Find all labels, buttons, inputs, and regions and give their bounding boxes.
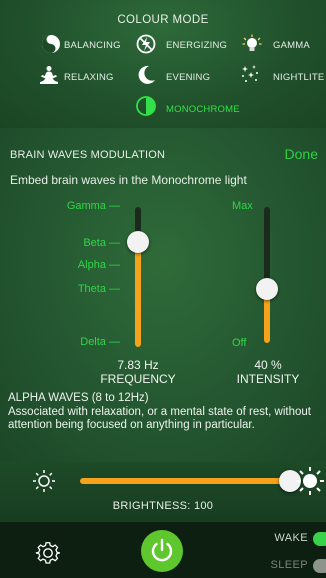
lightning-icon bbox=[136, 34, 156, 54]
freq-label-theta: Theta — bbox=[77, 283, 120, 295]
done-button[interactable]: Done bbox=[285, 146, 318, 162]
wave-description-title: ALPHA WAVES (8 to 12Hz) bbox=[8, 392, 149, 404]
brightness-label: BRIGHTNESS: 100 bbox=[112, 500, 214, 512]
freq-label-alpha: Alpha — bbox=[77, 259, 120, 271]
intensity-value: 40 % bbox=[254, 358, 282, 372]
sleep-toggle[interactable] bbox=[313, 559, 326, 573]
yin-yang-icon bbox=[42, 35, 60, 53]
frequency-slider[interactable] bbox=[127, 207, 149, 347]
mode-label: NIGHTLITE bbox=[273, 72, 325, 83]
frequency-thumb[interactable] bbox=[127, 231, 149, 253]
mode-label: GAMMA bbox=[273, 40, 310, 51]
colour-mode-title: COLOUR MODE bbox=[117, 14, 209, 26]
intensity-max-label: Max bbox=[232, 200, 253, 212]
half-circle-icon bbox=[136, 96, 156, 116]
wave-description: ALPHA WAVES (8 to 12Hz) Associated with … bbox=[8, 392, 322, 433]
stars-icon bbox=[242, 65, 258, 82]
freq-label-beta: Beta — bbox=[83, 237, 120, 249]
brightness-slider[interactable] bbox=[80, 470, 301, 492]
sun-bright-icon bbox=[296, 467, 324, 495]
brain-waves-subtitle: Embed brain waves in the Monochrome ligh… bbox=[10, 173, 247, 187]
moon-icon bbox=[138, 65, 155, 84]
bulb-icon bbox=[242, 34, 262, 51]
frequency-value: 7.83 Hz bbox=[117, 358, 159, 372]
intensity-off-label: Off bbox=[232, 337, 247, 349]
sun-dim-icon bbox=[33, 470, 55, 492]
mode-label: ENERGIZING bbox=[166, 40, 228, 51]
sleep-label: SLEEP bbox=[270, 559, 308, 571]
intensity-thumb[interactable] bbox=[256, 278, 278, 300]
freq-label-delta: Delta — bbox=[80, 336, 120, 348]
brightness-fill bbox=[80, 478, 290, 484]
wake-label: WAKE bbox=[274, 532, 308, 544]
mode-label: EVENING bbox=[166, 72, 211, 83]
wave-description-text: Associated with relaxation, or a mental … bbox=[8, 405, 311, 432]
intensity-readout: 40 % INTENSITY bbox=[218, 358, 318, 386]
intensity-caption: INTENSITY bbox=[236, 372, 300, 386]
power-button[interactable] bbox=[141, 530, 183, 572]
brain-waves-title: BRAIN WAVES MODULATION bbox=[10, 149, 166, 161]
mode-label: BALANCING bbox=[64, 40, 121, 51]
frequency-caption: FREQUENCY bbox=[100, 372, 176, 386]
freq-label-gamma: Gamma — bbox=[66, 200, 120, 212]
frequency-fill bbox=[135, 242, 141, 347]
frequency-readout: 7.83 Hz FREQUENCY bbox=[88, 358, 188, 386]
intensity-slider[interactable] bbox=[256, 207, 278, 343]
mode-label: MONOCHROME bbox=[166, 104, 240, 115]
wake-toggle[interactable] bbox=[313, 532, 326, 546]
mode-label: RELAXING bbox=[64, 72, 114, 83]
gear-icon[interactable] bbox=[35, 540, 61, 566]
meditation-icon bbox=[40, 66, 58, 84]
power-icon bbox=[151, 538, 173, 562]
